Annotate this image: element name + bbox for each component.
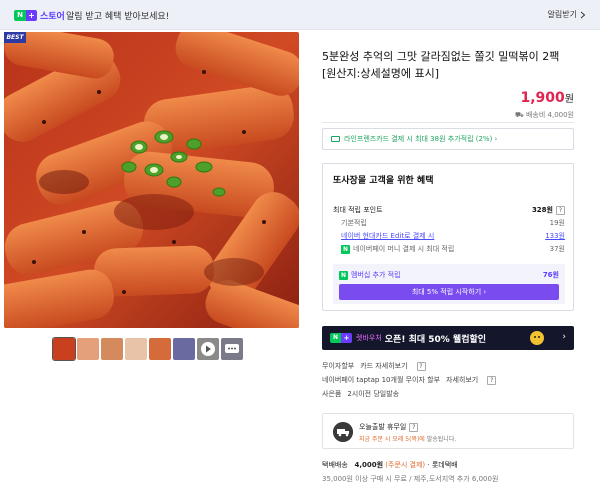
installment-row: 무이자할부 카드 자세히보기? (322, 361, 574, 371)
banner-message: 알림 받고 혜택 받아보세요! (66, 12, 170, 22)
naver-plus-badge: N + (14, 10, 37, 21)
thumb-2[interactable] (77, 338, 99, 360)
best-badge: BEST (4, 32, 26, 43)
shipping-method: 택배배송 4,000원 (주문시 결제) · 롯데택배 (322, 461, 458, 469)
membership-start-button[interactable]: 최대 5% 적립 시작하기 › (339, 284, 559, 300)
chat-icon (225, 344, 239, 353)
product-price: 1,900원 (520, 90, 575, 106)
thumb-7-video[interactable] (197, 338, 219, 360)
naverpay-icon: N (341, 245, 350, 254)
product-title: 5분완성 추억의 그맛 갈라짐없는 쫄깃 밀떡볶이 2팩 [원산지:상세설명에 … (322, 50, 560, 80)
today-dispatch-box: 오늘출발 휴무일? 지금 주문 시 모레 5(목)에 발송됩니다. (322, 413, 574, 449)
divider (322, 122, 574, 123)
truck-icon (333, 422, 353, 442)
shipping-fee: ⛟ 배송비 4,000원 (514, 111, 574, 119)
membership-row: N 멤버십 추가 적립 76원 (339, 270, 559, 280)
base-points-row: 기본적립 19원 (341, 219, 565, 227)
benefit-heading: 또사장몰 고객을 위한 혜택 (333, 176, 434, 186)
product-main-image[interactable] (4, 32, 299, 328)
naver-plus-badge: N + (330, 333, 352, 343)
thumb-1[interactable] (52, 337, 76, 361)
card-points-row[interactable]: 네이버 현대카드 Edit로 결제 시 133원 (341, 231, 565, 241)
store-brand-label: 스토어 (40, 12, 65, 22)
help-icon[interactable]: ? (487, 375, 497, 385)
notification-banner: N + 스토어 알림 받고 혜택 받아보세요! 알림받기 (0, 0, 600, 30)
benefit-box: 또사장몰 고객을 위한 혜택 최대 적립 포인트 328원? 기본적립 19원 … (322, 163, 574, 311)
thumb-8-chat[interactable] (221, 338, 243, 360)
help-icon[interactable]: ? (416, 361, 426, 371)
thumb-5[interactable] (149, 338, 171, 360)
card-promo-banner[interactable]: 라인프렌즈카드 결제 시 최대 38원 추가적립 (2%) › (322, 128, 574, 150)
voucher-banner[interactable]: N + 렛바우처 오픈! 최대 50% 웰컴할인 › (322, 326, 574, 350)
card-icon (331, 136, 340, 142)
thumb-4[interactable] (125, 338, 147, 360)
alarm-subscribe-button[interactable]: 알림받기 (548, 9, 586, 20)
chevron-right-icon (580, 11, 586, 18)
thumb-3[interactable] (101, 338, 123, 360)
shipping-note: 35,000원 이상 구매 시 무료 / 제주,도서지역 추가 6,000원 (322, 475, 499, 483)
chevron-right-icon: › (562, 332, 566, 342)
naver-plus-icon: N (339, 270, 348, 280)
help-icon[interactable]: ? (409, 422, 419, 432)
mascot-icon (530, 331, 544, 345)
help-icon[interactable]: ? (556, 206, 565, 215)
tteokbokki-photo (4, 32, 299, 328)
thumbnail-strip (52, 337, 243, 361)
money-points-row[interactable]: N 네이버페이 머니 결제 시 최대 적립 37원 (341, 244, 565, 254)
max-points-row: 최대 적립 포인트 328원? (333, 205, 565, 215)
thumb-6[interactable] (173, 338, 195, 360)
membership-box: N 멤버십 추가 적립 76원 최대 5% 적립 시작하기 › (333, 264, 565, 304)
truck-icon: ⛟ (514, 111, 526, 119)
taptap-row: 네이버페이 taptap 10개월 무이자 할부 자세히보기? (322, 375, 574, 385)
play-icon (201, 342, 215, 356)
gift-row: 사은품 2시이전 당일발송 (322, 390, 400, 398)
